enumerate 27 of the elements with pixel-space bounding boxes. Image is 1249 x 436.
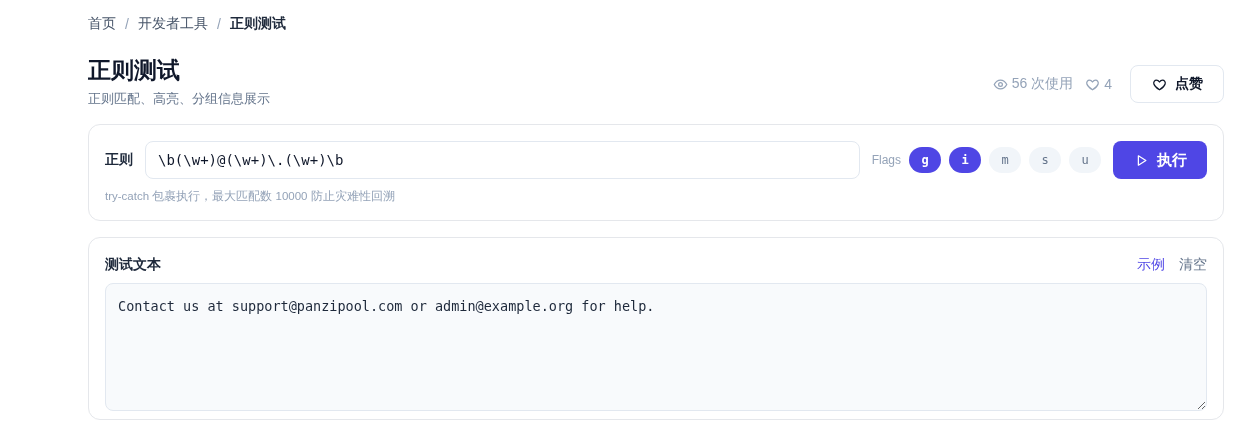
flag-toggle[interactable]: s — [1029, 147, 1061, 173]
run-button[interactable]: 执行 — [1113, 141, 1207, 179]
flags-label: Flags — [871, 153, 901, 167]
regex-input-field[interactable]: \b(\w+)@(\w+)\.(\w+)\b — [145, 141, 860, 179]
like-button[interactable]: 点赞 — [1130, 65, 1224, 103]
like-count: 4 — [1104, 76, 1112, 92]
heart-icon — [1085, 76, 1101, 92]
flag-toggle[interactable]: u — [1069, 147, 1101, 173]
heart-icon — [1151, 76, 1167, 92]
action-link[interactable]: 示例 — [1137, 256, 1165, 274]
flag-toggle[interactable]: m — [989, 147, 1021, 173]
field-label: 正则 — [105, 151, 134, 169]
section-title: 测试文本 — [105, 256, 161, 274]
view-count: 56 次使用 — [1011, 75, 1074, 93]
page-title: 正则测试 — [88, 56, 181, 85]
page-subtitle: 正则匹配、高亮、分组信息展示 — [88, 90, 270, 108]
breadcrumb-link[interactable]: 开发者工具 — [137, 15, 208, 33]
flag-toggle[interactable]: g — [909, 147, 941, 173]
hint-text: try-catch 包裹执行，最大匹配数 10000 防止灾难性回溯 — [105, 189, 396, 204]
breadcrumb-link[interactable]: 首页 — [88, 15, 116, 33]
action-link[interactable]: 清空 — [1179, 256, 1207, 274]
flag-toggle[interactable]: i — [949, 147, 981, 173]
breadcrumb-separator: / — [125, 16, 129, 32]
breadcrumb-current: 正则测试 — [229, 15, 286, 33]
eye-icon — [992, 76, 1008, 92]
breadcrumb-separator: / — [216, 16, 221, 32]
test-text-field[interactable]: Contact us at support@panzipool.com or admin@example.org for help. — [105, 283, 1207, 411]
